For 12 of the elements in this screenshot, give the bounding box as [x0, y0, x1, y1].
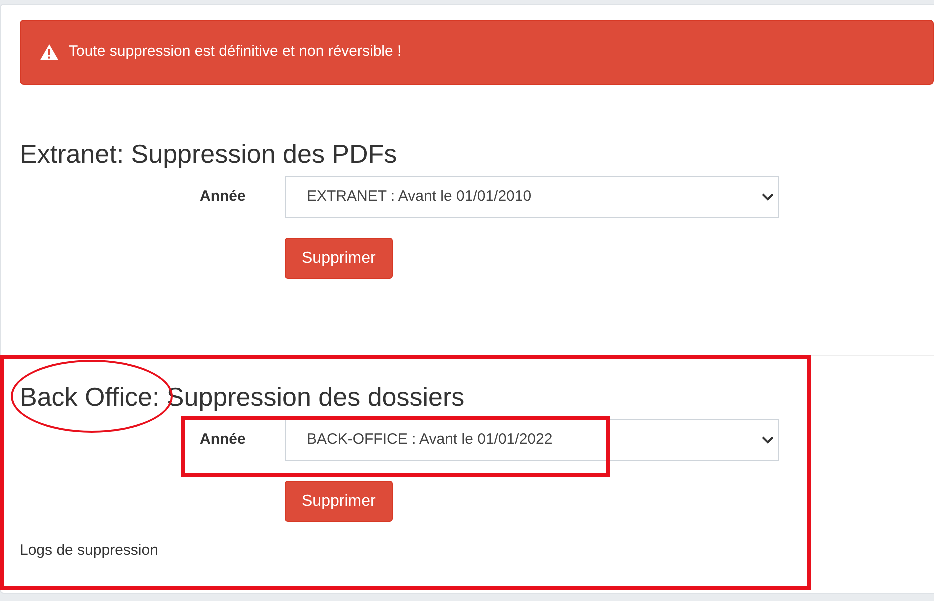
warning-icon	[40, 44, 59, 61]
field-label: Année	[200, 186, 247, 207]
alert-message: Toute suppression est définitive et non réversible !	[69, 42, 402, 62]
delete-button[interactable]: Supprimer	[285, 481, 393, 522]
section-title: Extranet: Suppression des PDFs	[20, 138, 398, 171]
year-select[interactable]: EXTRANET : Avant le 01/01/2010	[285, 176, 779, 218]
delete-button[interactable]: Supprimer	[285, 238, 393, 279]
field-label: Année	[200, 430, 247, 450]
chevron-down-icon	[762, 436, 774, 444]
year-select[interactable]: BACK-OFFICE : Avant le 01/01/2022	[285, 419, 779, 461]
chevron-down-icon	[762, 193, 774, 201]
logs-link[interactable]: Logs de suppression	[20, 540, 158, 562]
